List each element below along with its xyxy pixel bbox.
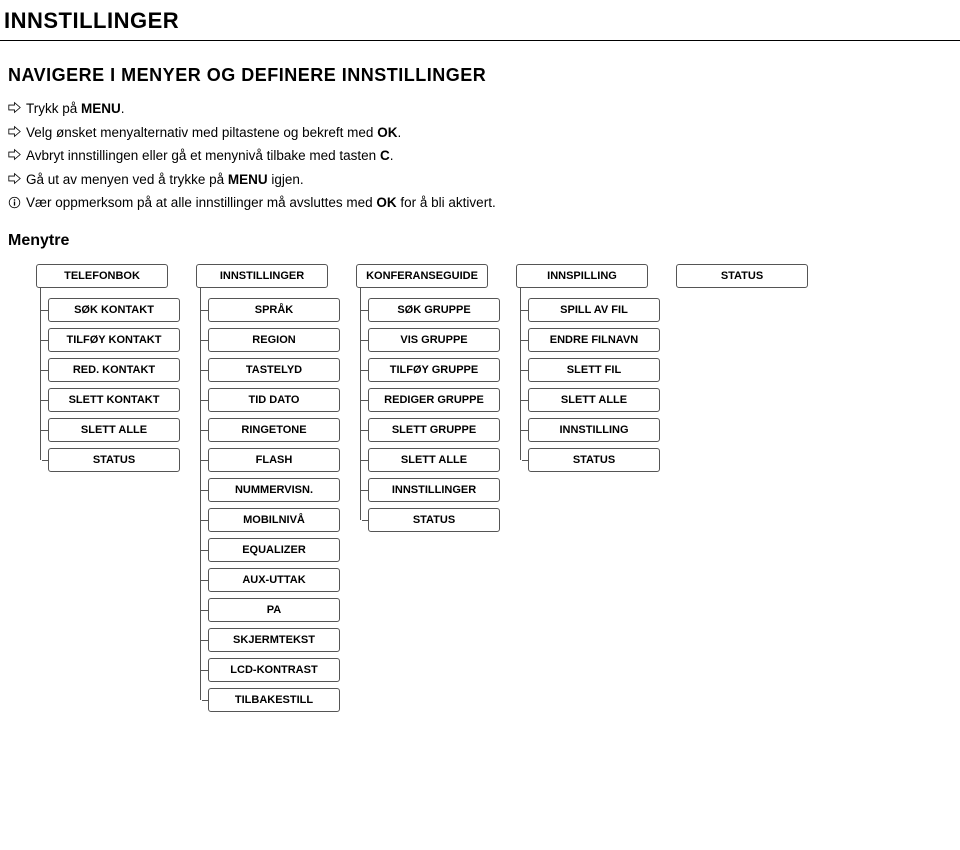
menu-tree: TELEFONBOK SØK KONTAKT TILFØY KONTAKT RE… bbox=[8, 264, 960, 718]
tree-item: ENDRE FILNAVN bbox=[528, 328, 660, 352]
arrow-right-icon bbox=[8, 122, 26, 143]
tree-column-innspilling: INNSPILLING SPILL AV FIL ENDRE FILNAVN S… bbox=[516, 264, 660, 718]
tree-head: INNSTILLINGER bbox=[196, 264, 328, 288]
instruction-text: Trykk på MENU. bbox=[26, 98, 125, 120]
tree-item: INNSTILLINGER bbox=[368, 478, 500, 502]
content-area: NAVIGERE I MENYER OG DEFINERE INNSTILLIN… bbox=[0, 41, 960, 718]
tree-item: NUMMERVISN. bbox=[208, 478, 340, 502]
info-icon bbox=[8, 192, 26, 213]
instruction-item: Gå ut av menyen ved å trykke på MENU igj… bbox=[8, 169, 960, 191]
tree-item: SLETT KONTAKT bbox=[48, 388, 180, 412]
tree-column-telefonbok: TELEFONBOK SØK KONTAKT TILFØY KONTAKT RE… bbox=[36, 264, 180, 718]
menu-tree-heading: Menytre bbox=[8, 232, 960, 250]
tree-item: REDIGER GRUPPE bbox=[368, 388, 500, 412]
tree-item: REGION bbox=[208, 328, 340, 352]
tree-item: AUX-UTTAK bbox=[208, 568, 340, 592]
tree-item: STATUS bbox=[48, 448, 180, 472]
tree-head: KONFERANSEGUIDE bbox=[356, 264, 488, 288]
tree-head: TELEFONBOK bbox=[36, 264, 168, 288]
tree-head: STATUS bbox=[676, 264, 808, 288]
tree-head: INNSPILLING bbox=[516, 264, 648, 288]
tree-item: SLETT GRUPPE bbox=[368, 418, 500, 442]
tree-item: STATUS bbox=[528, 448, 660, 472]
tree-column-innstillinger: INNSTILLINGER SPRÅK REGION TASTELYD TID … bbox=[196, 264, 340, 718]
tree-item: SØK GRUPPE bbox=[368, 298, 500, 322]
tree-item: SØK KONTAKT bbox=[48, 298, 180, 322]
tree-column-status: STATUS bbox=[676, 264, 808, 718]
page-title: INNSTILLINGER bbox=[0, 0, 960, 41]
section-subtitle: NAVIGERE I MENYER OG DEFINERE INNSTILLIN… bbox=[8, 65, 960, 86]
instruction-text: Velg ønsket menyalternativ med piltasten… bbox=[26, 122, 401, 144]
tree-item: TID DATO bbox=[208, 388, 340, 412]
tree-item: EQUALIZER bbox=[208, 538, 340, 562]
instruction-text: Avbryt innstillingen eller gå et menyniv… bbox=[26, 145, 393, 167]
instruction-item: Trykk på MENU. bbox=[8, 98, 960, 120]
tree-item: LCD-KONTRAST bbox=[208, 658, 340, 682]
tree-item: SLETT ALLE bbox=[368, 448, 500, 472]
tree-item: STATUS bbox=[368, 508, 500, 532]
tree-item: FLASH bbox=[208, 448, 340, 472]
arrow-right-icon bbox=[8, 98, 26, 119]
tree-item: INNSTILLING bbox=[528, 418, 660, 442]
tree-item: SKJERMTEKST bbox=[208, 628, 340, 652]
arrow-right-icon bbox=[8, 145, 26, 166]
arrow-right-icon bbox=[8, 169, 26, 190]
tree-item: MOBILNIVÅ bbox=[208, 508, 340, 532]
tree-item: PA bbox=[208, 598, 340, 622]
tree-item: RINGETONE bbox=[208, 418, 340, 442]
tree-item: SPILL AV FIL bbox=[528, 298, 660, 322]
tree-item: VIS GRUPPE bbox=[368, 328, 500, 352]
instruction-item: Velg ønsket menyalternativ med piltasten… bbox=[8, 122, 960, 144]
tree-item: TASTELYD bbox=[208, 358, 340, 382]
tree-column-konferanseguide: KONFERANSEGUIDE SØK GRUPPE VIS GRUPPE TI… bbox=[356, 264, 500, 718]
instruction-item: Vær oppmerksom på at alle innstillinger … bbox=[8, 192, 960, 214]
tree-item: SLETT ALLE bbox=[48, 418, 180, 442]
tree-item: SLETT ALLE bbox=[528, 388, 660, 412]
instruction-text: Gå ut av menyen ved å trykke på MENU igj… bbox=[26, 169, 304, 191]
tree-item: TILFØY GRUPPE bbox=[368, 358, 500, 382]
tree-item: SLETT FIL bbox=[528, 358, 660, 382]
tree-item: RED. KONTAKT bbox=[48, 358, 180, 382]
instruction-item: Avbryt innstillingen eller gå et menyniv… bbox=[8, 145, 960, 167]
instruction-list: Trykk på MENU. Velg ønsket menyalternati… bbox=[8, 98, 960, 214]
tree-item: TILFØY KONTAKT bbox=[48, 328, 180, 352]
tree-item: SPRÅK bbox=[208, 298, 340, 322]
tree-item: TILBAKESTILL bbox=[208, 688, 340, 712]
instruction-text: Vær oppmerksom på at alle innstillinger … bbox=[26, 192, 496, 214]
